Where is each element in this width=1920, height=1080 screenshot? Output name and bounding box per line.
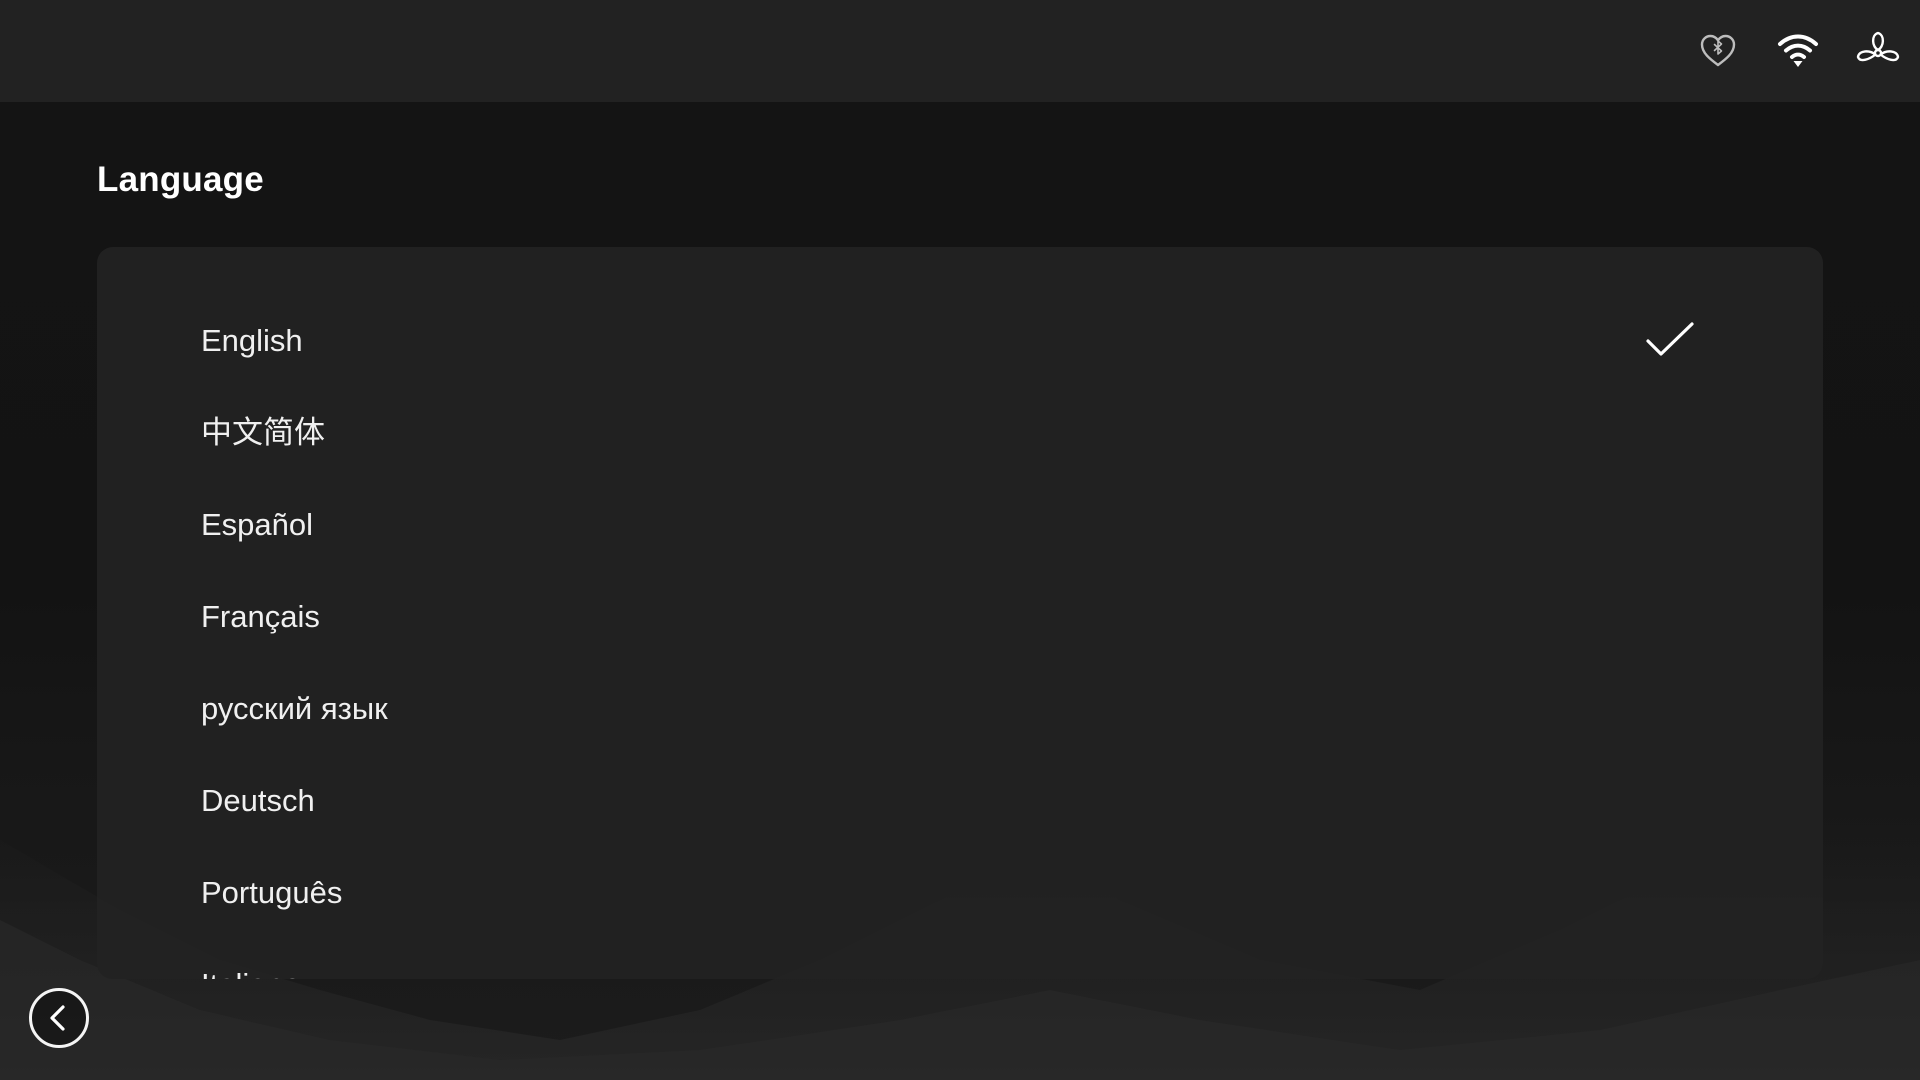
heart-bluetooth-icon[interactable] <box>1696 29 1740 73</box>
language-option-german[interactable]: Deutsch <box>97 754 1823 846</box>
top-status-bar <box>0 0 1920 102</box>
chevron-left-icon <box>50 1005 65 1031</box>
language-list-panel[interactable]: English 中文简体 Español Français русский яз… <box>97 247 1823 979</box>
language-label: English <box>201 322 303 358</box>
language-label: Español <box>201 506 314 542</box>
language-option-spanish[interactable]: Español <box>97 478 1823 570</box>
back-button[interactable] <box>29 988 89 1048</box>
language-option-russian[interactable]: русский язык <box>97 662 1823 754</box>
language-label: Português <box>201 874 343 910</box>
status-icons <box>1696 24 1900 78</box>
language-option-italian[interactable]: Italiano <box>97 938 1823 980</box>
page-title: Language <box>97 160 264 199</box>
language-label: Deutsch <box>201 782 315 818</box>
language-list: English 中文简体 Español Français русский яз… <box>97 247 1823 979</box>
language-option-portuguese[interactable]: Português <box>97 846 1823 938</box>
language-option-chinese-simplified[interactable]: 中文简体 <box>97 386 1823 478</box>
language-option-english[interactable]: English <box>97 294 1823 386</box>
fan-icon[interactable] <box>1856 29 1900 73</box>
language-settings-screen: Language English 中文简体 Español Français р… <box>0 0 1920 1080</box>
language-option-french[interactable]: Français <box>97 570 1823 662</box>
checkmark-icon <box>1646 322 1694 356</box>
wifi-icon[interactable] <box>1776 29 1820 73</box>
language-label: 中文简体 <box>201 414 325 450</box>
language-label: Italiano <box>201 969 301 980</box>
language-label: Français <box>201 598 320 634</box>
language-label: русский язык <box>201 690 388 726</box>
